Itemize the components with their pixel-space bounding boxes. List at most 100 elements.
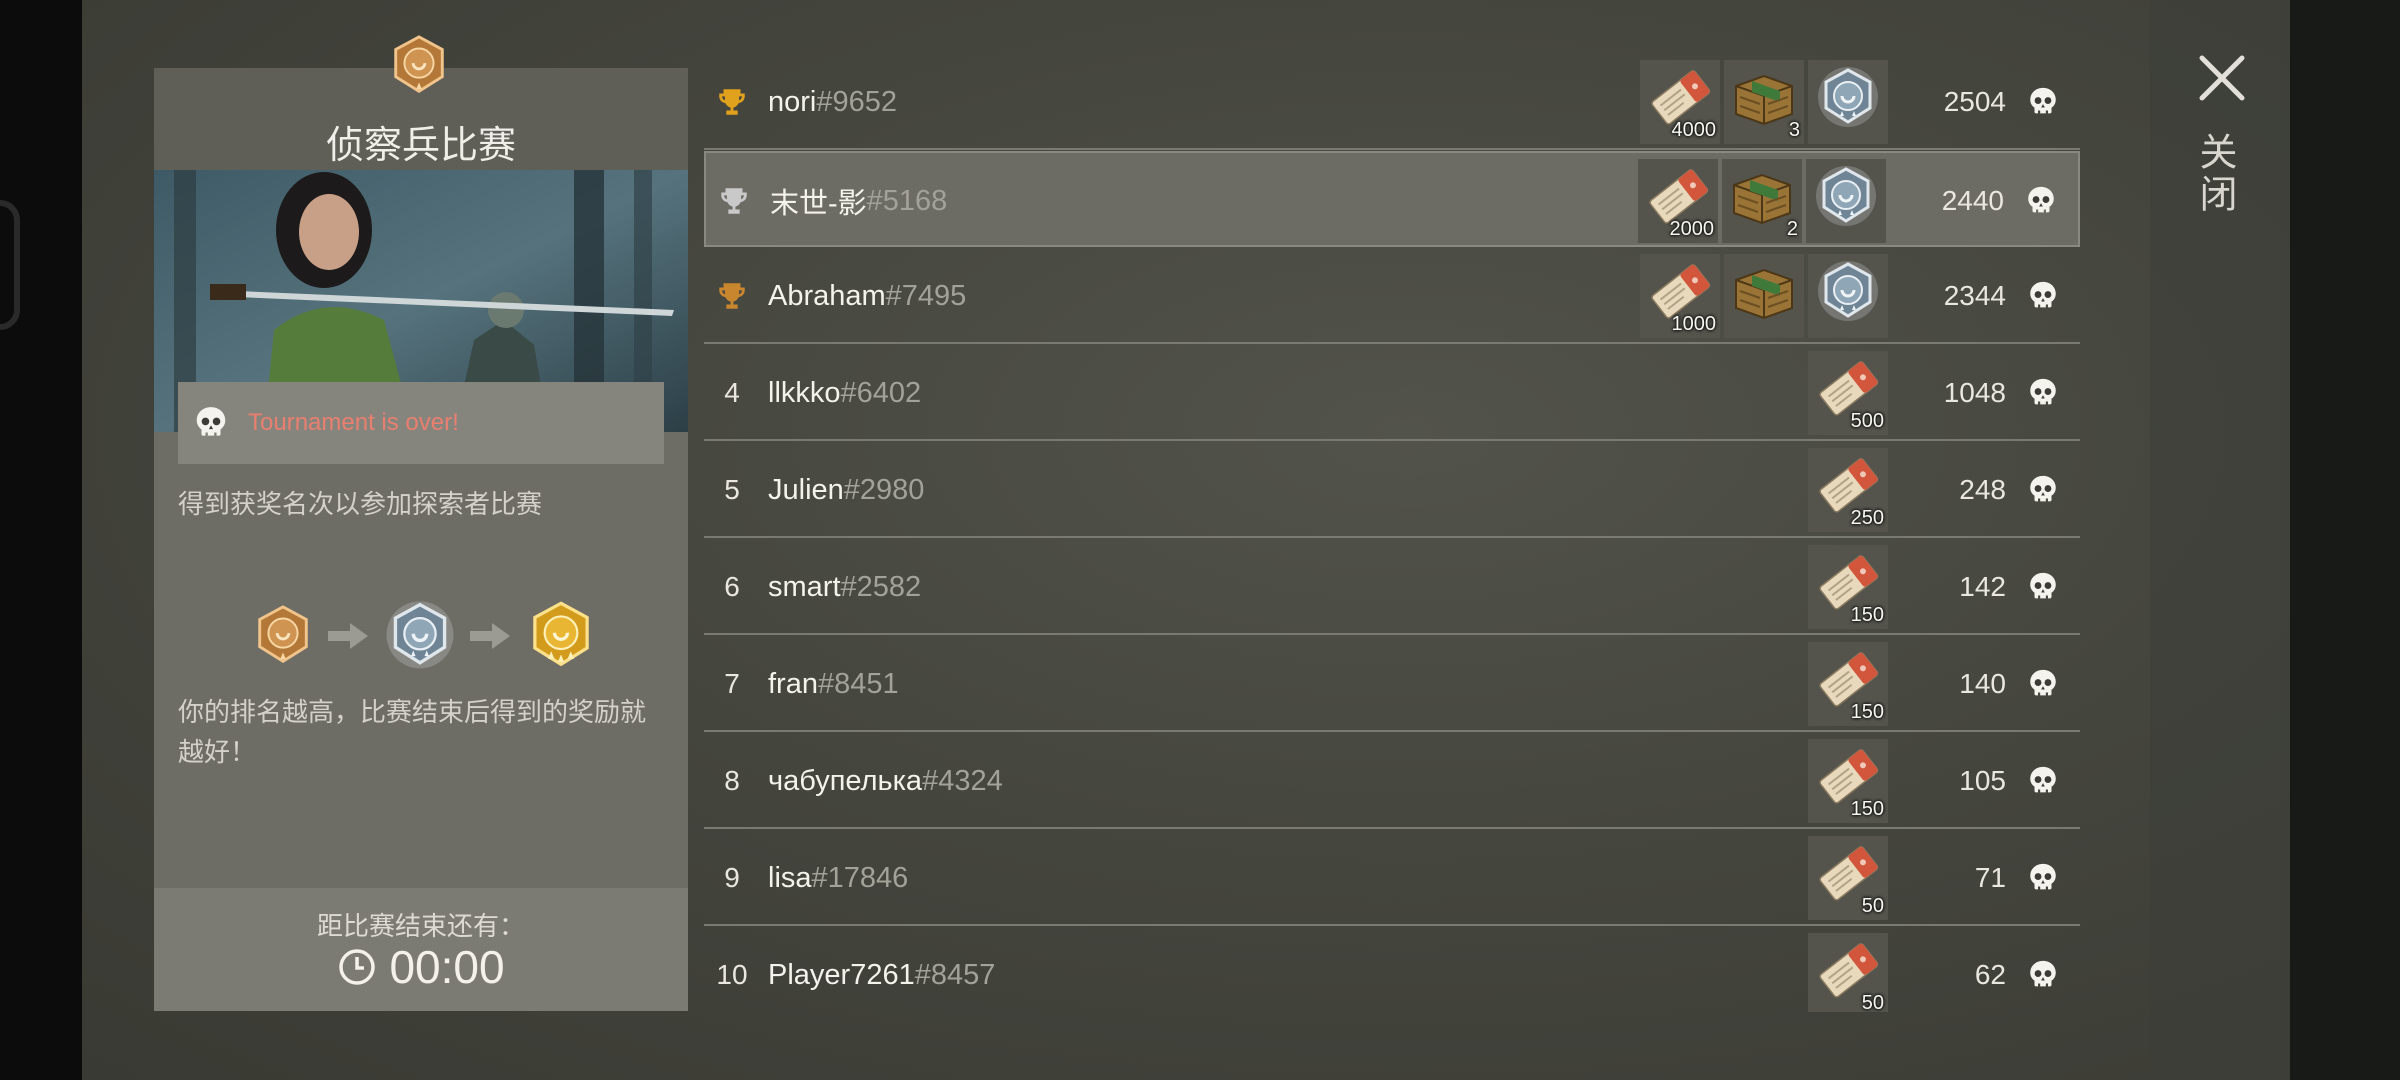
player-nickname: Julien — [768, 473, 844, 506]
player-tag: #9652 — [816, 85, 898, 118]
crate-icon — [1730, 64, 1798, 132]
reward-slot[interactable]: 50 — [1808, 836, 1888, 920]
reward-count: 150 — [1850, 604, 1884, 626]
player-name[interactable]: llkkko #6402 — [768, 345, 921, 441]
player-name[interactable]: nori #9652 — [768, 54, 897, 150]
silver-medal-icon — [1814, 64, 1882, 132]
player-name[interactable]: Abraham #7495 — [768, 248, 966, 344]
device-bezel-left — [0, 0, 82, 1080]
player-nickname: Player7261 — [768, 958, 915, 991]
status-box: Tournament is over! — [178, 382, 664, 464]
silver-medal-icon — [1812, 163, 1880, 231]
reward-slot[interactable]: 250 — [1808, 448, 1888, 532]
skull-icon — [2026, 473, 2060, 507]
reward-slot[interactable] — [1806, 159, 1886, 243]
skull-icon — [2024, 184, 2058, 218]
player-nickname: lisa — [768, 861, 812, 894]
reward-slot[interactable] — [1808, 60, 1888, 144]
reward-list: 250 — [1804, 448, 1888, 532]
player-name[interactable]: Player7261 #8457 — [768, 927, 995, 1012]
leaderboard-row[interactable]: 末世-影 #5168 2000 2 2440 — [704, 151, 2080, 247]
player-score: 1048 — [1943, 377, 2006, 408]
player-score: 2504 — [1943, 86, 2006, 117]
player-name[interactable]: fran #8451 — [768, 636, 899, 732]
reward-slot[interactable]: 3 — [1724, 60, 1804, 144]
reward-count: 150 — [1850, 798, 1884, 820]
tournament-description: 得到获奖名次以参加探索者比赛 — [178, 489, 543, 519]
rank-number: 5 — [724, 474, 740, 505]
leaderboard-row[interactable]: 6 smart #2582 150 142 — [704, 539, 2080, 635]
reward-count: 50 — [1861, 992, 1884, 1012]
leaderboard-row[interactable]: 4 llkkko #6402 500 1048 — [704, 345, 2080, 441]
skull-icon — [2026, 958, 2060, 992]
reward-slot[interactable]: 50 — [1808, 933, 1888, 1012]
leaderboard-row[interactable]: 9 lisa #17846 50 71 — [704, 830, 2080, 926]
reward-slot[interactable] — [1808, 254, 1888, 338]
player-tag: #8457 — [914, 958, 996, 991]
leaderboard-row[interactable]: 10 Player7261 #8457 50 62 — [704, 927, 2080, 1012]
reward-slot[interactable] — [1724, 254, 1804, 338]
reward-list: 150 — [1804, 739, 1888, 823]
player-score: 71 — [1974, 862, 2006, 893]
reward-slot[interactable]: 500 — [1808, 351, 1888, 435]
reward-slot[interactable]: 150 — [1808, 642, 1888, 726]
reward-count: 150 — [1850, 701, 1884, 723]
player-score: 105 — [1959, 765, 2006, 796]
reward-count: 250 — [1850, 507, 1884, 529]
player-nickname: fran — [768, 667, 818, 700]
reward-count: 2000 — [1669, 218, 1715, 240]
bronze-medal-icon — [250, 600, 316, 672]
player-name[interactable]: lisa #17846 — [768, 830, 908, 926]
silver-medal-icon — [382, 596, 458, 676]
player-tag: #8451 — [817, 667, 899, 700]
reward-slot[interactable]: 2000 — [1638, 159, 1718, 243]
reward-list: 150 — [1804, 642, 1888, 726]
leaderboard-row[interactable]: nori #9652 4000 3 2504 — [704, 54, 2080, 150]
countdown-value: 00:00 — [389, 941, 505, 993]
player-name[interactable]: smart #2582 — [768, 539, 921, 635]
player-name[interactable]: Julien #2980 — [768, 442, 924, 538]
arrow-right-icon — [328, 623, 368, 649]
bronze-trophy-icon — [704, 248, 760, 344]
leaderboard-row[interactable]: 5 Julien #2980 250 248 — [704, 442, 2080, 538]
reward-list: 1000 — [1636, 254, 1888, 338]
player-nickname: llkkko — [768, 376, 841, 409]
crate-icon — [1730, 258, 1798, 326]
reward-slot[interactable]: 2 — [1722, 159, 1802, 243]
player-nickname: nori — [768, 85, 817, 118]
tournament-status: Tournament is over! — [248, 409, 459, 436]
player-tag: #4324 — [922, 764, 1003, 797]
reward-list: 2000 2 — [1634, 159, 1886, 243]
device-bezel-right — [2290, 0, 2400, 1080]
player-tag: #6402 — [840, 376, 922, 409]
player-nickname: чабупелька — [768, 764, 923, 797]
leaderboard-row[interactable]: Abraham #7495 1000 2344 — [704, 248, 2080, 344]
reward-count: 2 — [1786, 218, 1798, 240]
crate-icon — [1728, 163, 1796, 231]
clock-icon — [339, 949, 376, 985]
reward-slot[interactable]: 150 — [1808, 545, 1888, 629]
player-name[interactable]: 末世-影 #5168 — [770, 153, 947, 249]
player-name[interactable]: чабупелька #4324 — [768, 733, 1003, 829]
tournament-title: 侦察兵比赛 — [325, 125, 516, 167]
reward-list: 500 — [1804, 351, 1888, 435]
skull-icon — [2026, 570, 2060, 604]
countdown-label: 距比赛结束还有： — [316, 911, 525, 941]
skull-icon — [2026, 85, 2060, 119]
close-icon[interactable] — [2196, 52, 2248, 104]
reward-count: 500 — [1850, 410, 1884, 432]
player-tag: #7495 — [885, 279, 967, 312]
reward-slot[interactable]: 4000 — [1640, 60, 1720, 144]
leaderboard-row[interactable]: 8 чабупелька #4324 150 105 — [704, 733, 2080, 829]
leaderboard[interactable]: nori #9652 4000 3 2504 末世-影 #5168 2000 2 2440 Abra… — [704, 54, 2080, 1012]
reward-slot[interactable]: 150 — [1808, 739, 1888, 823]
close-button-label[interactable]: 关闭 — [2193, 132, 2242, 216]
leaderboard-row[interactable]: 7 fran #8451 150 140 — [704, 636, 2080, 732]
skull-icon — [2026, 279, 2060, 313]
camera-notch — [0, 200, 20, 330]
reward-slot[interactable]: 1000 — [1640, 254, 1720, 338]
skull-icon — [2026, 667, 2060, 701]
player-score: 248 — [1959, 474, 2006, 505]
arrow-right-icon — [470, 623, 510, 649]
skull-icon — [192, 404, 230, 442]
